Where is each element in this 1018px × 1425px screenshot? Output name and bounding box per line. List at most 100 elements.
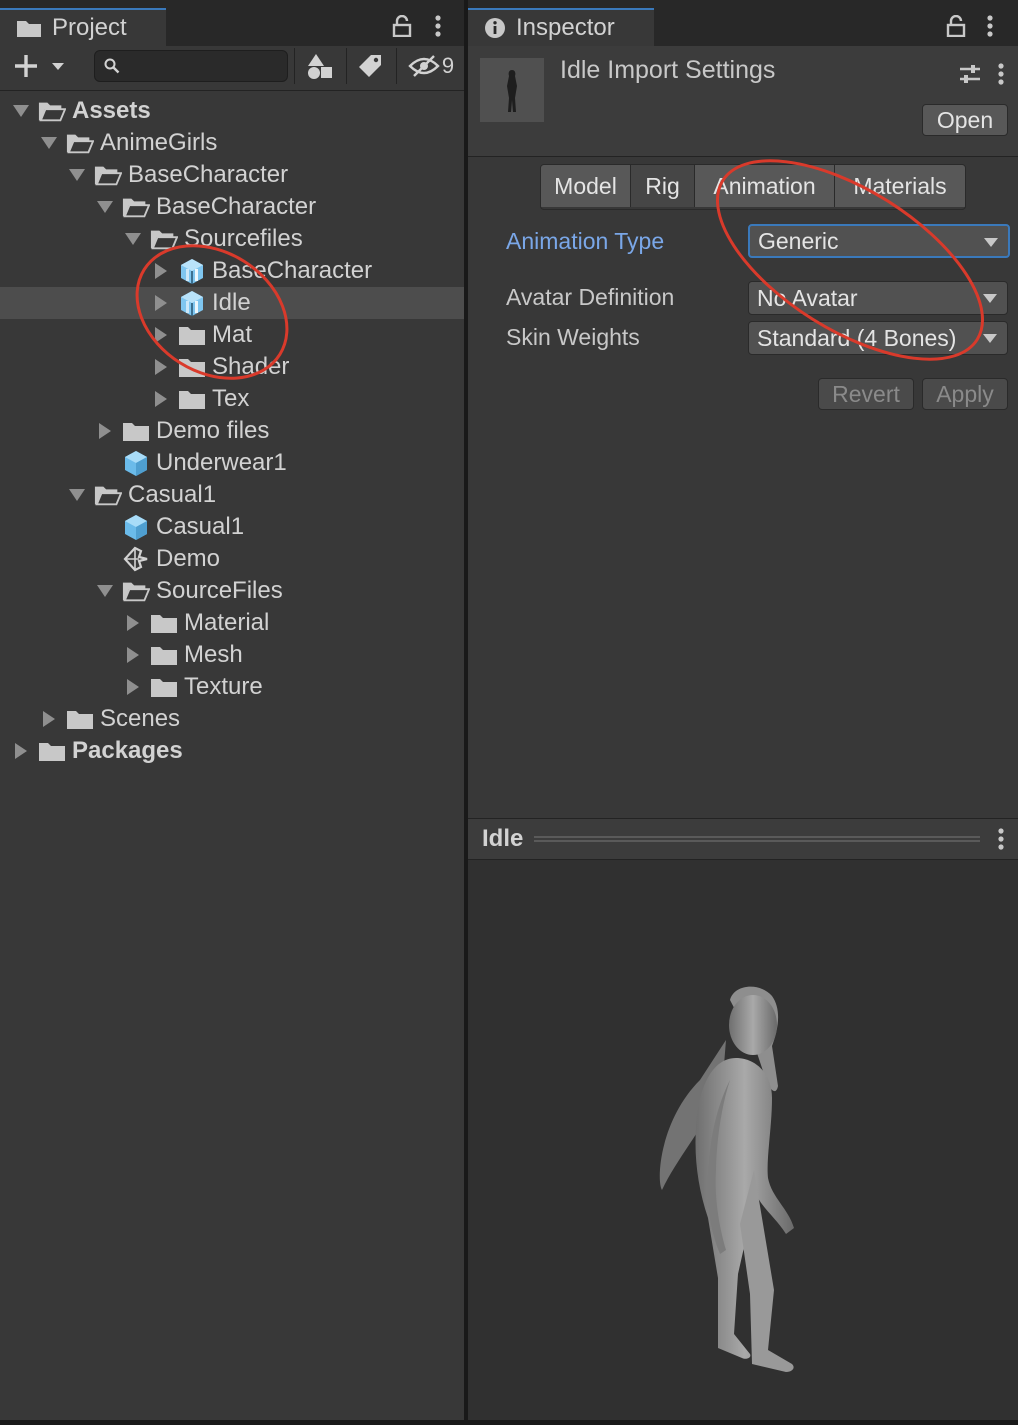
chevron-down-icon[interactable] [40,134,58,152]
filter-by-type-button[interactable] [298,48,342,84]
tree-row[interactable]: Sourcefiles [0,223,464,255]
open-button[interactable]: Open [922,104,1008,136]
kebab-menu-icon[interactable] [426,12,450,40]
chevron-right-icon[interactable] [40,710,58,728]
tab-project[interactable]: Project [0,8,166,46]
import-tabs: Model Rig Animation Materials [540,164,966,210]
tab-project-label: Project [52,14,127,41]
avatar-definition-dropdown[interactable]: No Avatar [748,281,1008,315]
plus-icon [15,55,64,77]
tree-row-label: Demo [156,545,221,572]
folder-open-icon [94,483,122,507]
asset-thumbnail [480,58,544,122]
character-model-image [659,986,794,1372]
tree-row-label: BaseCharacter [156,193,317,220]
tree-row[interactable]: Demo [0,543,464,575]
tree-row[interactable]: Demo files [0,415,464,447]
chevron-right-icon[interactable] [124,614,142,632]
chevron-right-icon[interactable] [152,390,170,408]
tag-icon [359,55,381,77]
tree-row[interactable]: BaseCharacter [0,159,464,191]
tree-row[interactable]: Idle [0,287,464,319]
project-panel: Project 9 Assets AnimeGirls BaseCharacter B… [0,0,464,1420]
tree-row-label: Casual1 [128,481,217,508]
chevron-down-icon[interactable] [68,166,86,184]
chevron-right-icon[interactable] [96,422,114,440]
revert-button[interactable]: Revert [818,378,914,410]
lock-icon[interactable] [944,12,968,40]
tree-row[interactable]: AnimeGirls [0,127,464,159]
unity-scene-icon [122,546,150,572]
chevron-right-icon[interactable] [152,262,170,280]
chevron-down-icon[interactable] [96,582,114,600]
tree-row[interactable]: Packages [0,735,464,767]
import-settings-header: Idle Import Settings Open [468,46,1018,157]
tab-rig[interactable]: Rig [631,165,695,207]
animation-type-dropdown[interactable]: Generic [748,224,1010,258]
tree-row[interactable]: Mesh [0,639,464,671]
chevron-down-icon[interactable] [12,102,30,120]
kebab-menu-icon[interactable] [978,12,1002,40]
toolbar-separator [396,48,397,84]
chevron-down-icon [984,238,998,247]
create-dropdown-button[interactable] [12,48,68,84]
lock-icon[interactable] [390,12,414,40]
chevron-down-icon [983,334,997,343]
folder-icon [150,675,178,699]
tree-row[interactable]: BaseCharacter [0,255,464,287]
skin-weights-dropdown[interactable]: Standard (4 Bones) [748,321,1008,355]
model-preview[interactable] [468,860,1018,1420]
tree-row-label: BaseCharacter [212,257,373,284]
project-tab-bar: Project [0,0,464,46]
tree-row[interactable]: BaseCharacter [0,191,464,223]
kebab-menu-icon[interactable] [998,827,1004,856]
chevron-right-icon[interactable] [124,646,142,664]
chevron-right-icon[interactable] [152,326,170,344]
preview-title: Idle [482,825,524,852]
inspector-title: Idle Import Settings [560,56,776,84]
chevron-down-icon[interactable] [96,198,114,216]
tree-row-label: Texture [184,673,263,700]
tree-row[interactable]: Mat [0,319,464,351]
tab-inspector-label: Inspector [516,14,615,41]
tree-row[interactable]: Material [0,607,464,639]
kebab-menu-icon[interactable] [998,62,1004,91]
chevron-down-icon[interactable] [124,230,142,248]
preview-drag-handle[interactable] [534,836,980,842]
folder-icon [178,387,206,411]
tree-row[interactable]: Underwear1 [0,447,464,479]
chevron-right-icon[interactable] [152,294,170,312]
animation-type-label: Animation Type [506,228,665,254]
search-input[interactable] [94,50,288,82]
tab-materials[interactable]: Materials [835,165,965,207]
tree-row[interactable]: Assets [0,95,464,127]
hidden-packages-toggle[interactable]: 9 [402,48,460,84]
model-prefab-icon [178,291,206,316]
tree-row[interactable]: SourceFiles [0,575,464,607]
tree-row[interactable]: Casual1 [0,479,464,511]
tree-row-label: SourceFiles [156,577,283,604]
tab-animation[interactable]: Animation [695,165,835,207]
tree-row[interactable]: Texture [0,671,464,703]
folder-icon [178,355,206,379]
tree-row-label: Casual1 [156,513,245,540]
presets-sliders-icon[interactable] [958,62,982,91]
tree-row[interactable]: Shader [0,351,464,383]
chevron-right-icon[interactable] [12,742,30,760]
info-icon [484,17,506,39]
chevron-down-icon[interactable] [68,486,86,504]
folder-icon [178,323,206,347]
tree-row[interactable]: Casual1 [0,511,464,543]
tree-row-label: Packages [72,737,183,764]
tree-row[interactable]: Tex [0,383,464,415]
chevron-right-icon[interactable] [152,358,170,376]
tree-row[interactable]: Scenes [0,703,464,735]
preview-header: Idle [468,818,1018,860]
filter-by-label-button[interactable] [350,48,390,84]
tree-row-label: Scenes [100,705,181,732]
chevron-right-icon[interactable] [124,678,142,696]
tab-model[interactable]: Model [541,165,631,207]
tab-inspector[interactable]: Inspector [468,8,654,46]
apply-button[interactable]: Apply [922,378,1008,410]
skin-weights-value: Standard (4 Bones) [757,324,957,351]
